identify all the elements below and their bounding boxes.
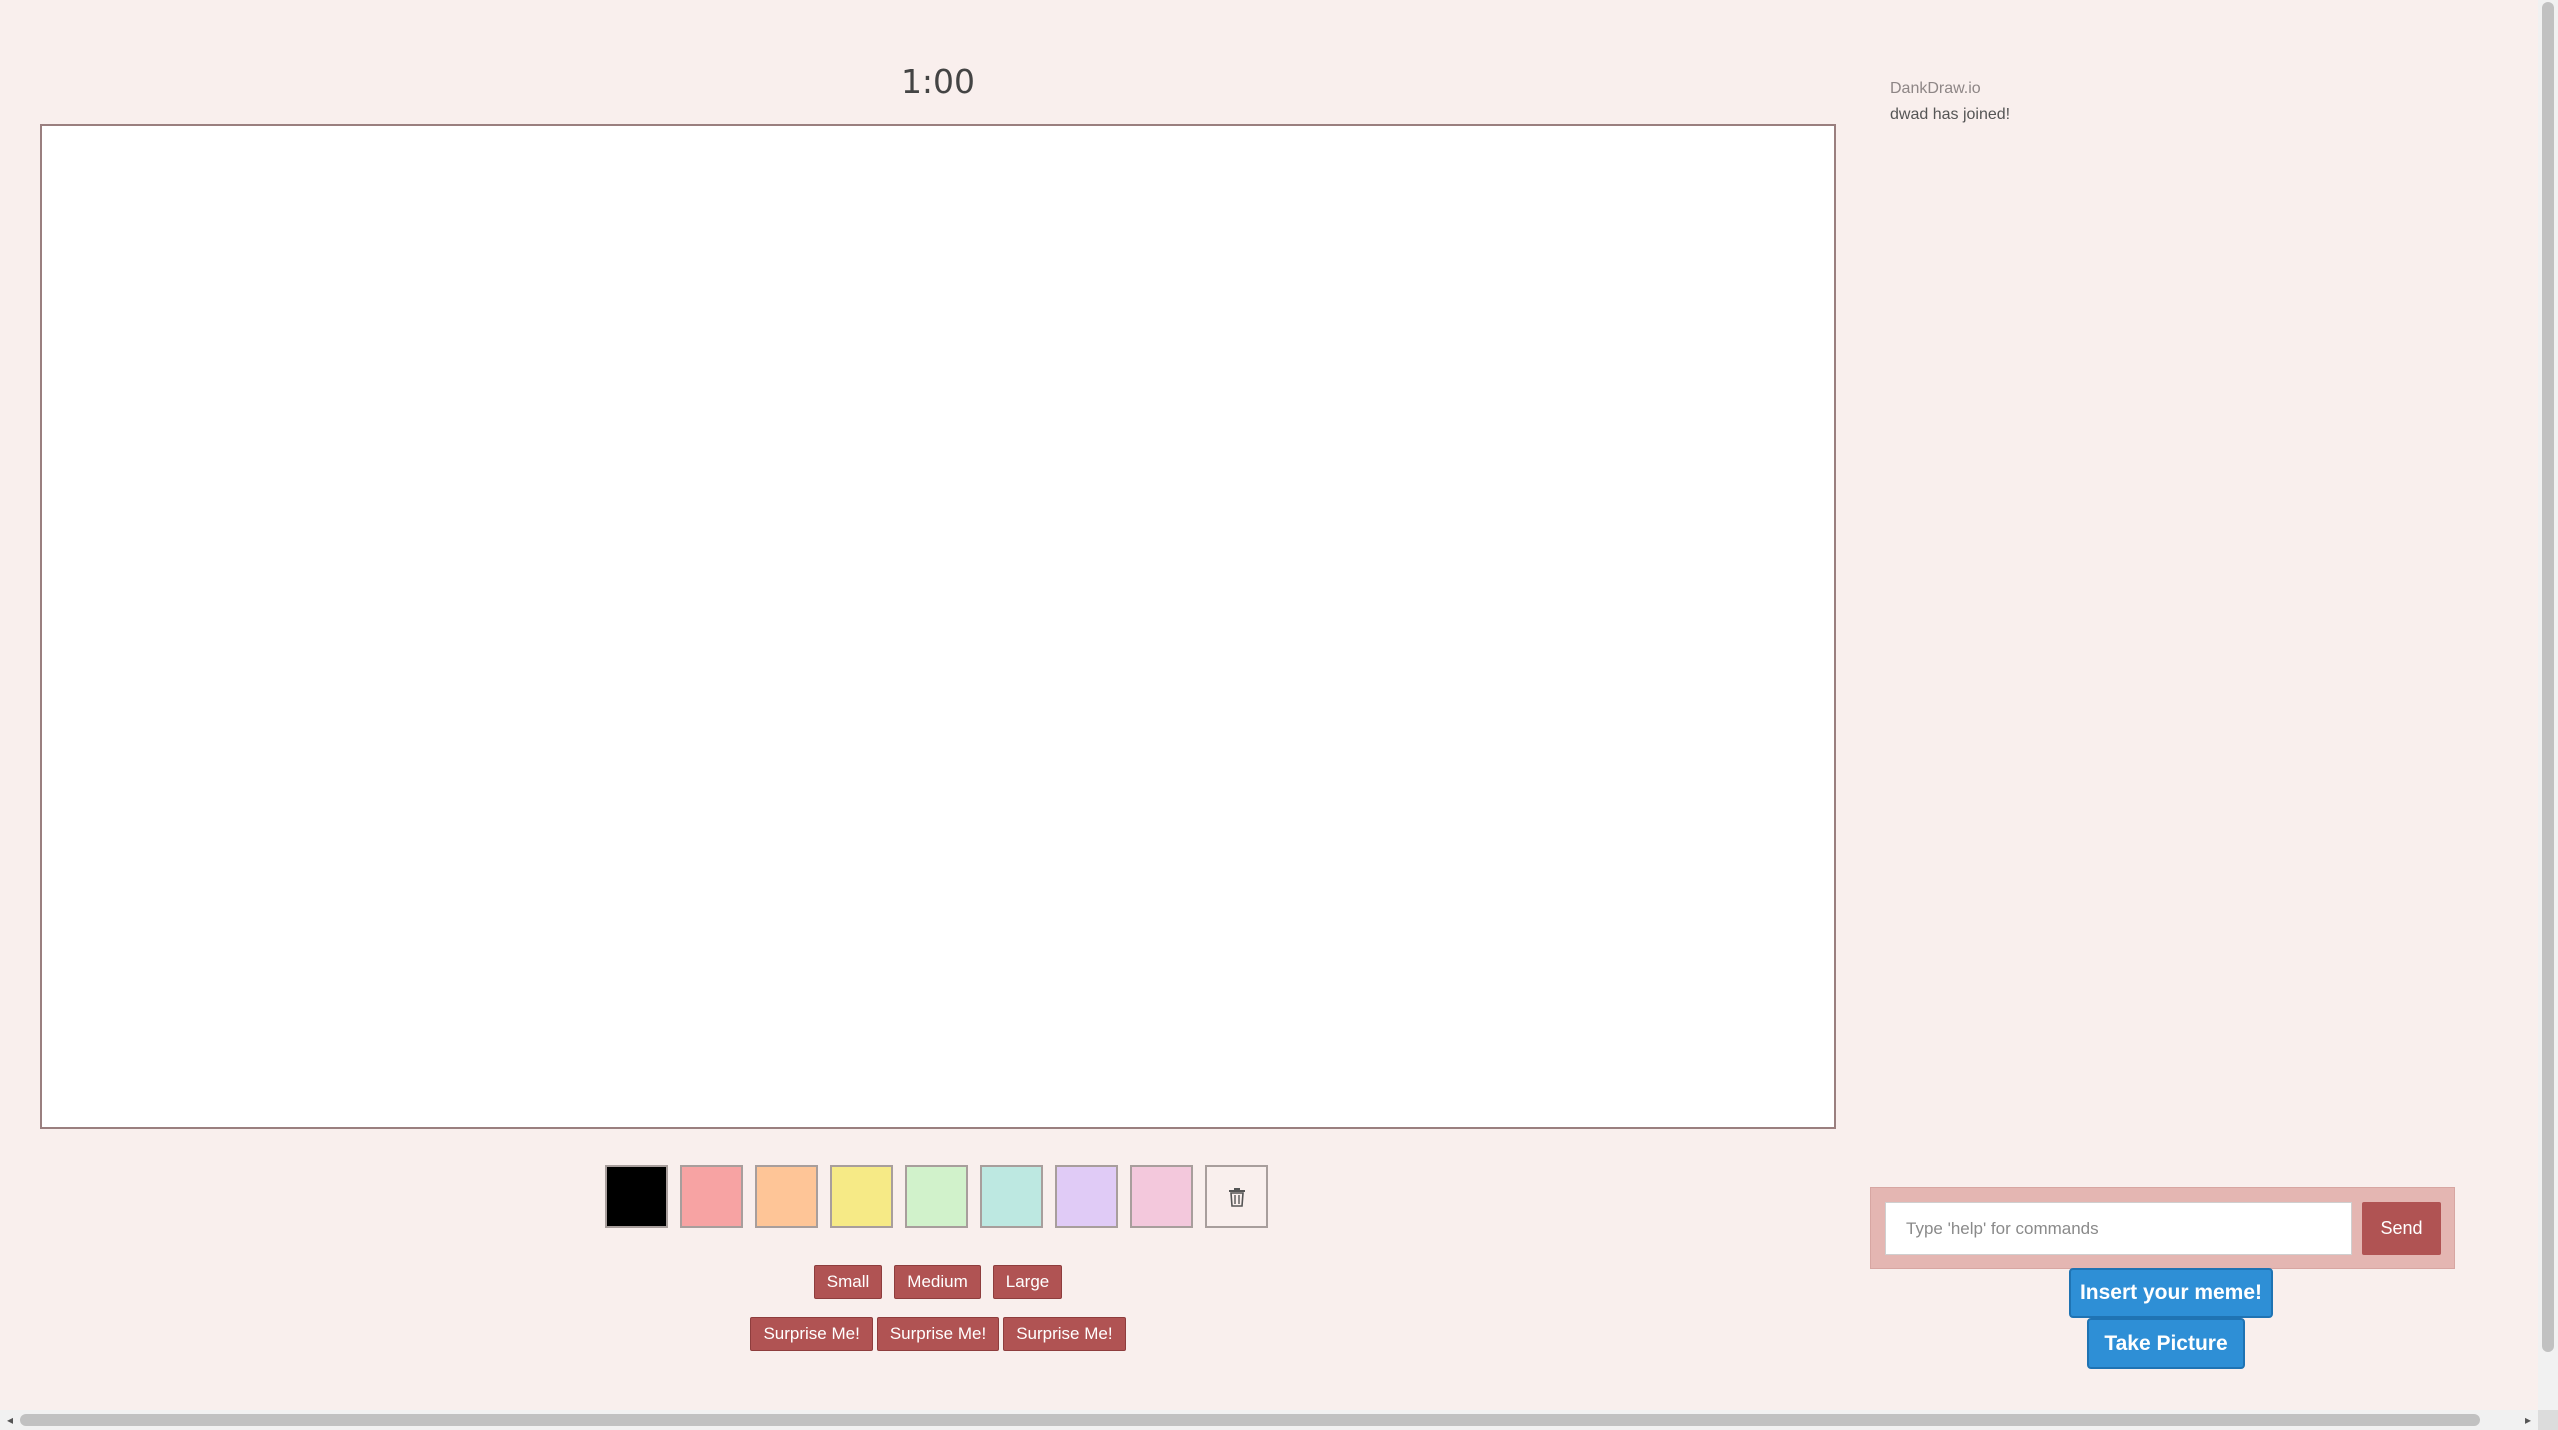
brush-size-group: Small Medium Large [40, 1265, 1836, 1299]
brush-size-medium-button[interactable]: Medium [894, 1265, 981, 1299]
vertical-scrollbar-thumb[interactable] [2542, 2, 2554, 1352]
page: 1:00 Small Medium Large Surprise Me! Sur… [0, 0, 2558, 1430]
horizontal-scrollbar[interactable]: ◂ ▸ [0, 1410, 2538, 1430]
color-swatch-green[interactable] [905, 1165, 968, 1228]
color-palette [605, 1165, 1268, 1228]
color-swatch-red[interactable] [680, 1165, 743, 1228]
color-swatch-pink[interactable] [1130, 1165, 1193, 1228]
vertical-scrollbar[interactable] [2538, 0, 2558, 1410]
chat-message: dwad has joined! [1890, 106, 2011, 123]
chat-input-bar: Send [1870, 1187, 2455, 1269]
trash-icon [1228, 1187, 1245, 1207]
chat-header: DankDraw.io [1890, 80, 1981, 97]
horizontal-scrollbar-thumb[interactable] [20, 1414, 2480, 1426]
send-button[interactable]: Send [2362, 1202, 2441, 1255]
color-swatch-yellow[interactable] [830, 1165, 893, 1228]
take-picture-button[interactable]: Take Picture [2087, 1318, 2245, 1369]
insert-meme-button[interactable]: Insert your meme! [2069, 1268, 2273, 1318]
brush-size-large-button[interactable]: Large [992, 1265, 1063, 1299]
surprise-group: Surprise Me! Surprise Me! Surprise Me! [40, 1317, 1836, 1351]
color-swatch-teal[interactable] [980, 1165, 1043, 1228]
color-swatch-orange[interactable] [755, 1165, 818, 1228]
scrollbar-corner [2538, 1410, 2558, 1430]
color-swatch-purple[interactable] [1055, 1165, 1118, 1228]
surprise-me-button[interactable]: Surprise Me! [750, 1317, 873, 1351]
surprise-me-button[interactable]: Surprise Me! [1003, 1317, 1126, 1351]
drawing-canvas[interactable] [40, 124, 1836, 1129]
surprise-me-button[interactable]: Surprise Me! [876, 1317, 1000, 1351]
scroll-right-icon[interactable]: ▸ [2518, 1410, 2538, 1430]
round-timer: 1:00 [900, 62, 976, 101]
brush-size-small-button[interactable]: Small [813, 1265, 883, 1299]
clear-canvas-button[interactable] [1205, 1165, 1268, 1228]
color-swatch-black[interactable] [605, 1165, 668, 1228]
chat-input[interactable] [1885, 1202, 2352, 1255]
scroll-left-icon[interactable]: ◂ [0, 1410, 20, 1430]
